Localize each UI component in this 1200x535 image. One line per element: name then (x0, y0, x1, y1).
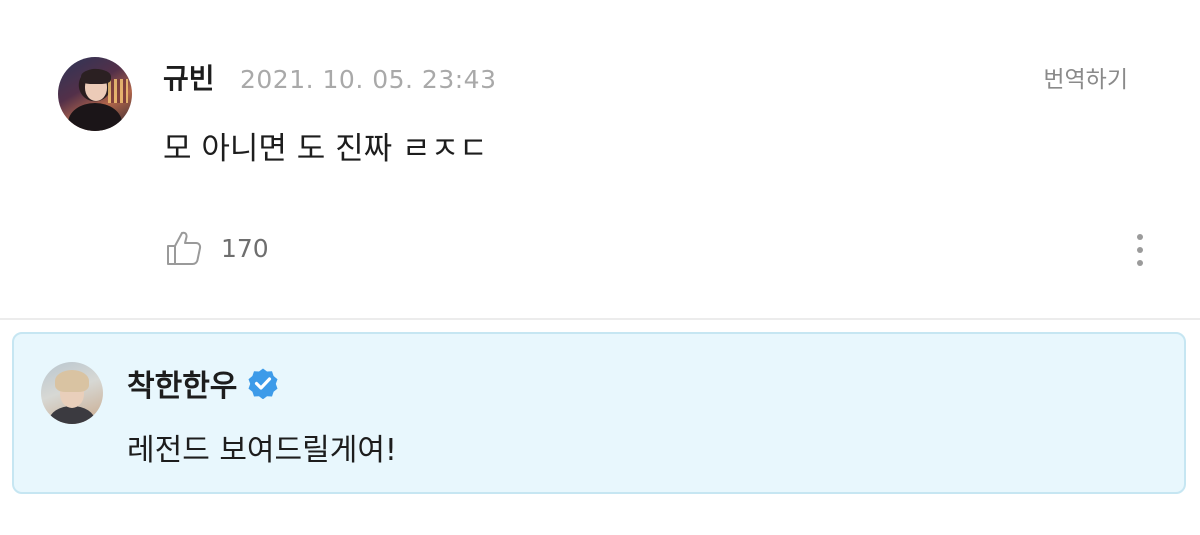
comment-body: 모 아니면 도 진짜 ㄹㅈㄷ (163, 131, 488, 167)
verified-badge-icon (248, 368, 278, 399)
reply-header: 착한한우 (127, 362, 279, 404)
like-count: 170 (221, 233, 269, 263)
more-vertical-icon[interactable] (1126, 230, 1154, 270)
avatar-shoulders (49, 406, 95, 424)
avatar-background-lights (108, 79, 128, 103)
creator-reply-card: 착한한우 레전드 보여드릴게여! (12, 332, 1186, 494)
avatar-shoulders (68, 103, 122, 131)
like-button[interactable]: 170 (165, 226, 269, 270)
divider (0, 318, 1200, 320)
more-dot (1137, 247, 1143, 253)
reply-username[interactable]: 착한한우 (127, 361, 237, 405)
comment: 규빈 2021. 10. 05. 23:43 번역하기 모 아니면 도 진짜 ㄹ… (0, 0, 1200, 318)
avatar-hair (55, 370, 89, 392)
reply-avatar[interactable] (41, 362, 103, 424)
comment-thread: 규빈 2021. 10. 05. 23:43 번역하기 모 아니면 도 진짜 ㄹ… (0, 0, 1200, 535)
comment-username[interactable]: 규빈 (163, 60, 215, 98)
thumbs-up-icon (167, 231, 202, 265)
avatar-hair (81, 69, 111, 84)
reply-body: 레전드 보여드릴게여! (127, 433, 397, 468)
more-dot (1137, 234, 1143, 240)
more-dot (1137, 260, 1143, 266)
comment-timestamp: 2021. 10. 05. 23:43 (240, 65, 497, 94)
user-avatar[interactable] (58, 57, 132, 131)
translate-button[interactable]: 번역하기 (1043, 63, 1128, 97)
